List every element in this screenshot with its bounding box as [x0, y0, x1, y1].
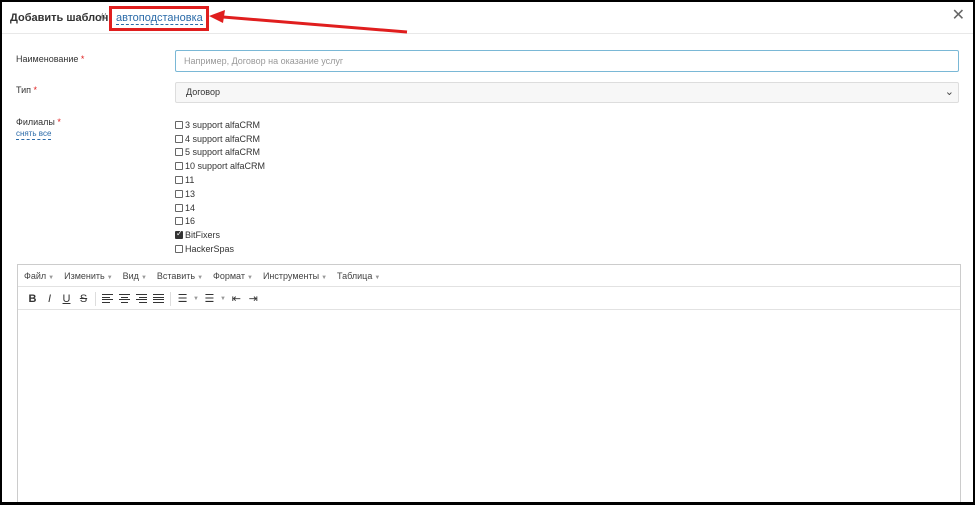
clear-all-link[interactable]: снять все	[16, 129, 52, 140]
name-label: Наименование *	[16, 54, 85, 64]
branch-checkbox-item[interactable]: HackerSpas	[175, 242, 265, 256]
type-label: Тип *	[16, 85, 38, 95]
branch-checkbox-item[interactable]: 10 support alfaCRM	[175, 159, 265, 173]
branch-label: 3 support alfaCRM	[185, 119, 261, 130]
branch-label: 14	[185, 202, 196, 213]
checkbox-checked[interactable]	[175, 229, 183, 240]
align-justify-icon[interactable]	[150, 290, 167, 307]
toolbar-divider	[95, 291, 96, 306]
branch-label: 11	[185, 175, 195, 186]
branch-checkbox-item[interactable]: 4 support alfaCRM	[175, 132, 265, 146]
modal-title: Добавить шаблон	[10, 12, 109, 24]
rich-text-editor: Файл ▼ Изменить ▼ Вид ▼ Вставить ▼ Формат ▼ И…	[17, 264, 961, 502]
menu-insert[interactable]: Вставить ▼	[157, 271, 203, 281]
branch-label: 16	[185, 216, 196, 227]
strikethrough-button[interactable]: S	[75, 290, 92, 307]
name-input[interactable]	[175, 50, 959, 72]
align-center-icon[interactable]	[116, 290, 133, 307]
branch-label: 10 support alfaCRM	[185, 161, 266, 172]
branches-label: Филиалы *	[16, 117, 61, 127]
modal-header: Добавить шаблон // автоподстановка ✕	[2, 2, 973, 34]
branch-checkbox-item[interactable]: 11	[175, 173, 265, 187]
close-icon[interactable]: ✕	[952, 8, 965, 24]
menu-edit[interactable]: Изменить ▼	[64, 271, 113, 281]
branch-checkbox-item[interactable]: 14	[175, 201, 265, 215]
chevron-down-icon[interactable]: ▼	[220, 296, 226, 302]
menu-table[interactable]: Таблица ▼	[337, 271, 380, 281]
branch-label: BitFixers	[185, 230, 221, 241]
indent-icon[interactable]: ⇥	[245, 290, 262, 307]
menu-view[interactable]: Вид ▼	[123, 271, 147, 281]
editor-toolbar: B I U S ☰ ▼ ☰ ▼ ⇤ ⇥	[18, 288, 960, 310]
branch-checkbox-item[interactable]: 16	[175, 215, 265, 229]
checkbox[interactable]	[175, 134, 183, 143]
branch-checkbox-item[interactable]: BitFixers	[175, 228, 265, 242]
branch-checkbox-item[interactable]: 13	[175, 187, 265, 201]
underline-button[interactable]: U	[58, 290, 75, 307]
checkbox[interactable]	[175, 148, 183, 157]
menu-tools[interactable]: Инструменты ▼	[263, 271, 327, 281]
outdent-icon[interactable]: ⇤	[228, 290, 245, 307]
branch-label: HackerSpas	[185, 244, 235, 255]
toolbar-divider	[170, 291, 171, 306]
checkbox[interactable]	[175, 245, 183, 254]
checkbox[interactable]	[175, 189, 183, 198]
numbered-list-icon[interactable]: ☰	[201, 290, 218, 307]
branch-label: 5 support alfaCRM	[185, 147, 261, 158]
branch-checkbox-item[interactable]: 5 support alfaCRM	[175, 146, 265, 160]
bold-button[interactable]: B	[24, 290, 41, 307]
highlight-box	[109, 6, 209, 31]
branch-checkbox-item[interactable]: 3 support alfaCRM	[175, 118, 265, 132]
breadcrumb-separator: //	[100, 12, 107, 24]
menu-format[interactable]: Формат ▼	[213, 271, 253, 281]
checkbox[interactable]	[175, 176, 183, 185]
editor-menubar: Файл ▼ Изменить ▼ Вид ▼ Вставить ▼ Формат ▼ И…	[18, 265, 960, 287]
chevron-down-icon[interactable]: ▼	[193, 296, 199, 302]
annotation-arrow-icon	[209, 10, 408, 34]
branch-label: 13	[185, 188, 196, 199]
type-select-value: Договор	[186, 87, 220, 97]
bullet-list-icon[interactable]: ☰	[174, 290, 191, 307]
chevron-down-icon: ⌄	[944, 86, 954, 98]
align-left-icon[interactable]	[99, 290, 116, 307]
align-right-icon[interactable]	[133, 290, 150, 307]
add-template-modal: Добавить шаблон // автоподстановка ✕ Наи…	[2, 2, 973, 502]
branches-list: 3 support alfaCRM 4 support alfaCRM 5 su…	[175, 118, 265, 256]
type-select[interactable]: Договор ⌄	[175, 82, 959, 103]
menu-file[interactable]: Файл ▼	[24, 271, 54, 281]
italic-button[interactable]: I	[41, 290, 58, 307]
checkbox[interactable]	[175, 203, 183, 212]
checkbox[interactable]	[175, 162, 183, 171]
branch-label: 4 support alfaCRM	[185, 133, 261, 144]
checkbox[interactable]	[175, 120, 183, 129]
checkbox[interactable]	[175, 217, 183, 226]
